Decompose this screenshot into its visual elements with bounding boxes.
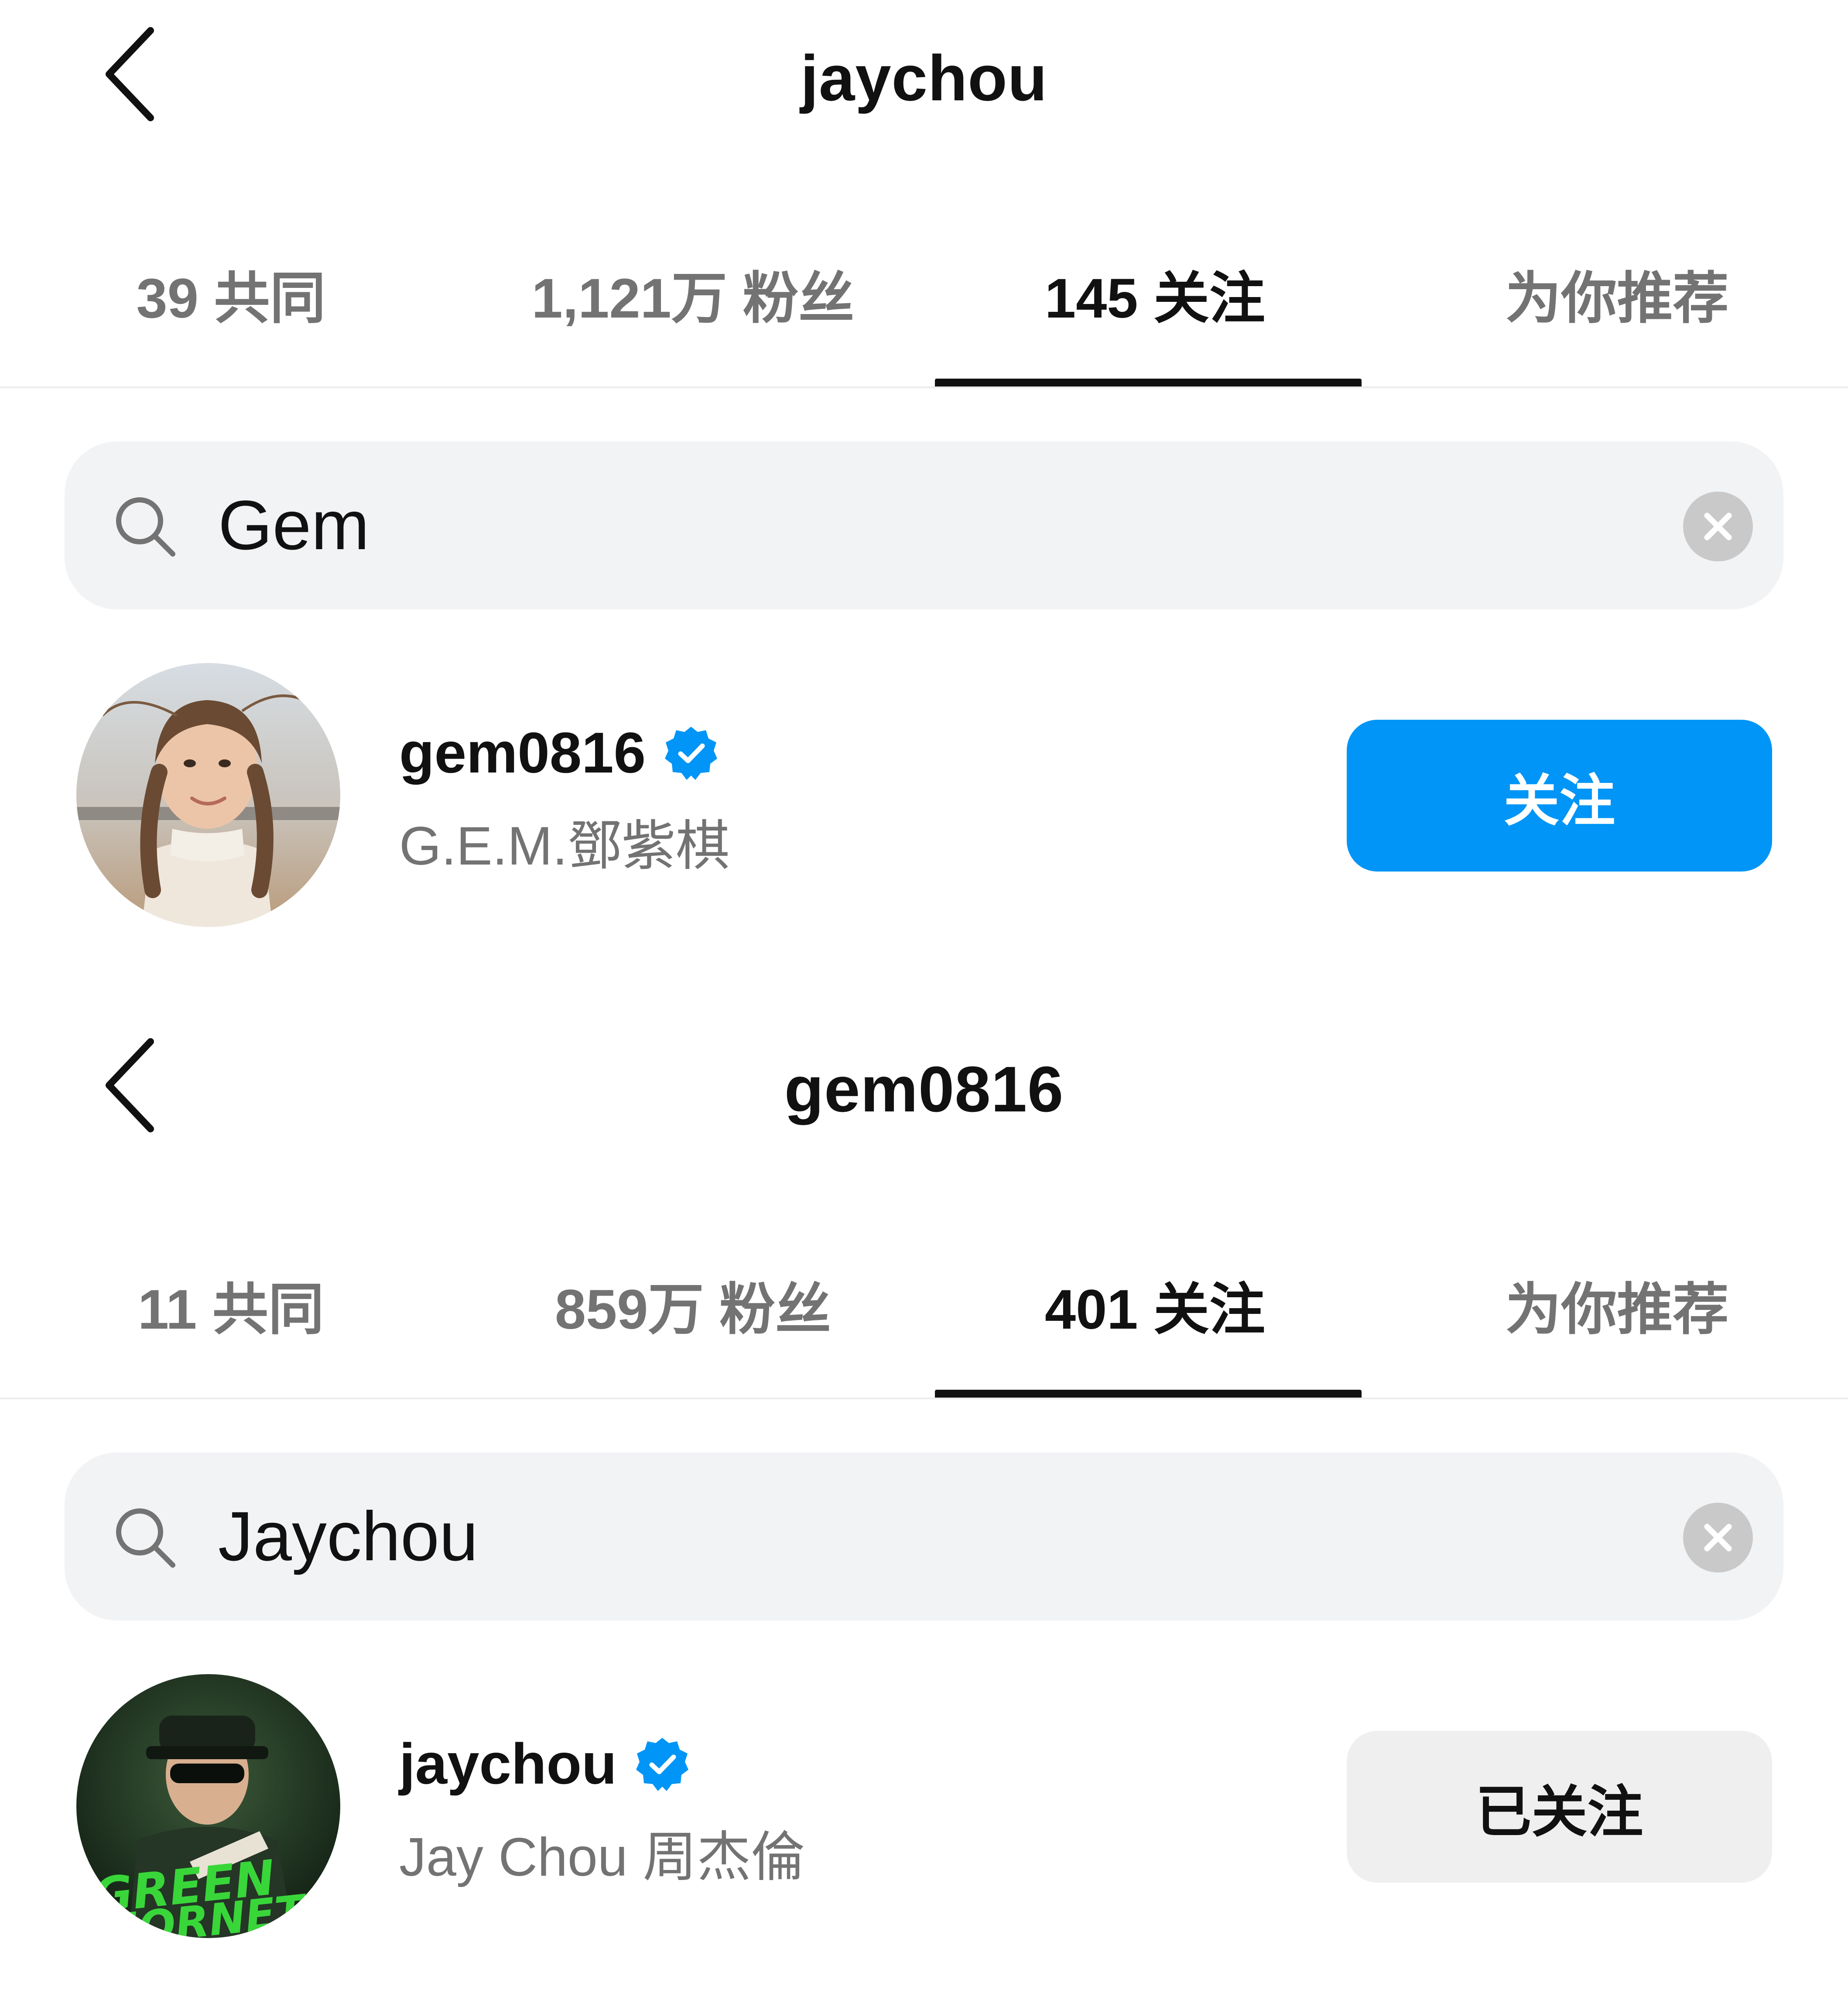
tab-label: 401 关注 — [1044, 1278, 1266, 1341]
tab-label: 为你推荐 — [1505, 267, 1729, 330]
tab-suggested[interactable]: 为你推荐 — [1386, 227, 1848, 388]
username-row: jaychou — [399, 1731, 690, 1797]
profile-photo: GREEN HORNET — [76, 1674, 340, 1938]
page-title: gem0816 — [784, 1053, 1064, 1125]
username[interactable]: gem0816 — [399, 720, 646, 786]
following-button[interactable]: 已关注 — [1347, 1731, 1772, 1883]
clear-icon — [1704, 513, 1732, 540]
tab-suggested[interactable]: 为你推荐 — [1386, 1238, 1848, 1399]
verified-badge-icon — [665, 726, 718, 780]
tab-followers[interactable]: 1,121万 粉丝 — [462, 227, 924, 388]
tab-label: 859万 粉丝 — [554, 1278, 832, 1341]
search-bar — [65, 1453, 1783, 1620]
username-row: gem0816 — [399, 720, 719, 786]
clear-icon — [1704, 1524, 1732, 1552]
user-list-item[interactable]: GREEN HORNET jaychou Jay Chou 周杰倫 已关注 — [0, 1661, 1848, 1945]
search-bar — [65, 441, 1783, 609]
full-name: G.E.M.鄧紫棋 — [399, 816, 730, 876]
tab-mutual[interactable]: 39 共同 — [0, 227, 462, 388]
tab-divider — [0, 1398, 1848, 1399]
full-name: Jay Chou 周杰倫 — [399, 1827, 805, 1887]
clear-search-button[interactable] — [1683, 492, 1753, 561]
tab-following[interactable]: 401 关注 — [924, 1238, 1386, 1399]
search-icon — [116, 497, 175, 557]
avatar[interactable] — [76, 663, 340, 927]
tab-following[interactable]: 145 关注 — [924, 227, 1386, 388]
tab-divider — [0, 386, 1848, 388]
page-title: jaychou — [800, 42, 1048, 114]
username[interactable]: jaychou — [399, 1731, 617, 1797]
verified-badge-icon — [636, 1737, 688, 1791]
search-input[interactable] — [218, 1496, 1658, 1576]
following-screen-gem0816: gem0816 11 共同 859万 粉丝 401 关注 为你推荐 Jaycho… — [0, 1011, 1848, 2010]
profile-photo — [76, 663, 340, 927]
clear-search-button[interactable] — [1683, 1503, 1753, 1572]
following-screen-jaychou: jaychou 39 共同 1,121万 粉丝 145 关注 为你推荐 Gem … — [0, 0, 1848, 999]
tab-label: 145 关注 — [1044, 267, 1266, 330]
search-input[interactable] — [218, 485, 1658, 565]
tab-followers[interactable]: 859万 粉丝 — [462, 1238, 924, 1399]
follow-button[interactable]: 关注 — [1347, 720, 1772, 872]
tab-bar: 11 共同 859万 粉丝 401 关注 为你推荐 — [0, 1238, 1848, 1399]
tab-label: 为你推荐 — [1505, 1278, 1729, 1341]
avatar[interactable]: GREEN HORNET — [76, 1674, 340, 1938]
tab-bar: 39 共同 1,121万 粉丝 145 关注 为你推荐 — [0, 227, 1848, 388]
tab-label: 39 共同 — [136, 267, 326, 330]
search-icon — [116, 1508, 175, 1568]
tab-mutual[interactable]: 11 共同 — [0, 1238, 462, 1399]
tab-label: 11 共同 — [138, 1278, 324, 1341]
user-list-item[interactable]: gem0816 G.E.M.鄧紫棋 关注 — [0, 650, 1848, 933]
tab-label: 1,121万 粉丝 — [531, 267, 855, 330]
